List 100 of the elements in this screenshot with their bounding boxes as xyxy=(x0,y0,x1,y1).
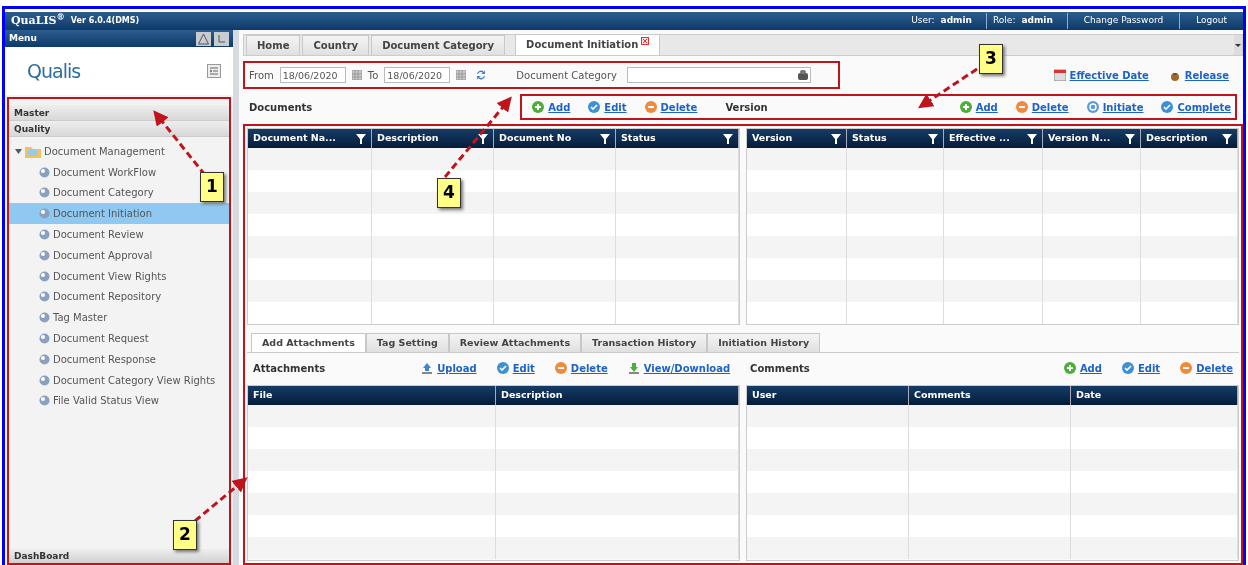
delete-icon xyxy=(554,362,567,374)
link-button[interactable]: Delete xyxy=(554,360,608,376)
add-icon xyxy=(532,101,545,113)
filter-icon xyxy=(831,133,841,144)
tree-item[interactable]: File Valid Status View xyxy=(53,393,159,409)
calendar-icon xyxy=(1053,69,1066,81)
link-button[interactable]: Add xyxy=(532,99,571,115)
section-title: Documents xyxy=(249,100,313,115)
tab[interactable]: Document Initiation xyxy=(515,34,661,55)
upload-icon xyxy=(421,362,434,374)
to-label: To xyxy=(367,68,379,83)
warning-icon xyxy=(196,31,211,46)
refresh-icon xyxy=(476,69,487,81)
version-label: Ver 6.0.4(DMS) xyxy=(70,15,140,27)
link-button[interactable]: Edit xyxy=(588,99,627,115)
section-title: Version xyxy=(725,100,768,115)
link-button[interactable]: Delete xyxy=(1180,360,1233,376)
tree-item[interactable]: Document Review xyxy=(53,227,144,243)
tree-item[interactable]: Document Initiation xyxy=(9,203,229,225)
link-button[interactable]: Add xyxy=(959,99,998,115)
role-label: Role: xyxy=(993,14,1016,28)
link-button[interactable]: Edit xyxy=(1121,360,1161,376)
filter-icon xyxy=(600,133,610,144)
caret-down-icon[interactable] xyxy=(15,147,22,155)
logo: Qualis xyxy=(27,58,81,84)
bullet-icon xyxy=(39,395,50,407)
tree-item[interactable]: Document WorkFlow xyxy=(53,164,157,180)
tree-item[interactable]: Document Category xyxy=(53,185,154,201)
user-label: User: xyxy=(911,14,935,28)
section-header[interactable]: Quality xyxy=(9,121,229,137)
tab[interactable]: Review Attachments xyxy=(448,333,582,352)
category-field[interactable] xyxy=(627,67,811,83)
delete-icon xyxy=(644,101,657,113)
link-button[interactable]: Upload xyxy=(421,360,477,376)
link-button[interactable]: Edit xyxy=(496,360,535,376)
tree-item[interactable]: Document Management xyxy=(44,143,165,159)
tree-item[interactable]: Document Response xyxy=(53,351,156,367)
bullet-icon xyxy=(39,291,50,303)
tab[interactable]: Document Category xyxy=(371,35,506,55)
category-label: Document Category xyxy=(516,68,617,83)
calendar-icon xyxy=(456,70,467,80)
menu-title: Menu xyxy=(9,31,37,45)
callout-note: 4 xyxy=(437,178,461,208)
link-button[interactable]: Initiate xyxy=(1086,99,1144,115)
filter-icon xyxy=(928,133,938,144)
filter-icon xyxy=(1125,133,1135,144)
check-icon xyxy=(588,101,601,113)
bullet-icon xyxy=(39,249,50,261)
user-name: admin xyxy=(940,14,972,28)
link-button[interactable]: Add xyxy=(1063,360,1102,376)
date-field[interactable]: 18/06/2020 xyxy=(384,67,451,83)
bullet-icon xyxy=(39,208,50,220)
tree-item[interactable]: Document View Rights xyxy=(53,268,167,284)
tab[interactable]: Transaction History xyxy=(581,333,708,352)
tree-item[interactable]: Document Approval xyxy=(53,247,153,263)
header-link[interactable]: Change Password xyxy=(1073,14,1174,28)
header-link[interactable]: Logout xyxy=(1186,14,1237,28)
dashboard-bar[interactable]: DashBoard xyxy=(9,549,229,563)
link-button[interactable]: Complete xyxy=(1161,99,1231,115)
tree-item[interactable]: Document Category View Rights xyxy=(53,372,216,388)
link-button[interactable]: Effective Date xyxy=(1053,67,1149,83)
bullet-icon xyxy=(39,374,50,386)
link-button[interactable]: View/Download xyxy=(627,360,731,376)
bullet-icon xyxy=(39,353,50,365)
tab[interactable]: Country xyxy=(302,35,370,55)
app-title: QuaLIS$^{®}$ xyxy=(11,12,65,29)
tab[interactable]: Initiation History xyxy=(707,333,821,352)
tab[interactable]: Add Attachments xyxy=(251,333,366,352)
bullet-icon xyxy=(39,312,50,324)
pin-icon xyxy=(214,31,229,46)
filter-icon xyxy=(1027,133,1037,144)
close-icon[interactable] xyxy=(641,37,650,45)
filter-icon xyxy=(356,133,366,144)
link-button[interactable]: Delete xyxy=(1015,99,1069,115)
tab[interactable]: Home xyxy=(246,35,301,55)
tree-item[interactable]: Tag Master xyxy=(53,310,108,326)
from-label: From xyxy=(249,68,274,83)
link-button[interactable]: Delete xyxy=(644,99,698,115)
bullet-icon xyxy=(39,270,50,282)
add-icon xyxy=(1063,362,1076,374)
add-icon xyxy=(959,101,972,113)
tree-item[interactable]: Document Repository xyxy=(53,289,162,305)
link-button[interactable]: Release xyxy=(1168,67,1229,83)
delete-icon xyxy=(1180,362,1193,374)
filter-icon xyxy=(1222,133,1232,144)
bullet-icon xyxy=(39,229,50,241)
check-icon xyxy=(1161,101,1174,113)
role-name: admin xyxy=(1021,14,1053,28)
folder-icon xyxy=(25,144,41,158)
section-header[interactable]: Master xyxy=(9,105,229,121)
calendar-icon xyxy=(351,70,362,80)
tree-item[interactable]: Document Request xyxy=(53,331,149,347)
tab[interactable]: Tag Setting xyxy=(365,333,449,352)
delete-icon xyxy=(1015,101,1028,113)
collapse-icon xyxy=(207,64,221,78)
filter-icon xyxy=(478,133,488,144)
bullet-icon xyxy=(39,166,50,178)
initiate-icon xyxy=(1086,101,1099,113)
date-field[interactable]: 18/06/2020 xyxy=(279,67,346,83)
bullet-icon xyxy=(39,333,50,345)
